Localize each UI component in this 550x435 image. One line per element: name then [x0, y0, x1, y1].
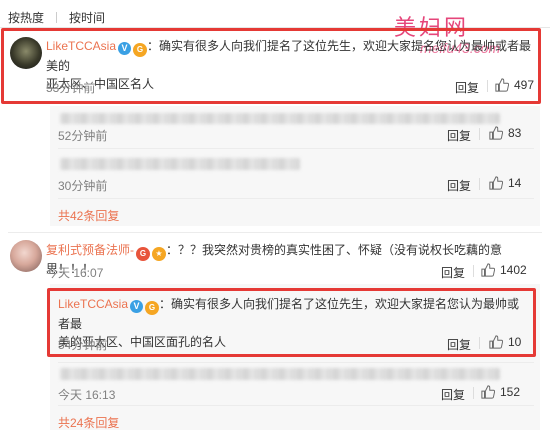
like-button[interactable]: 14: [489, 176, 521, 190]
thumbs-up-icon: [481, 385, 495, 399]
like-count: 497: [514, 78, 535, 92]
tab-divider: [56, 11, 58, 23]
like-button[interactable]: 152: [481, 385, 520, 399]
reply-button[interactable]: 回复: [441, 264, 465, 281]
badge-icon: ★: [152, 247, 166, 261]
verified-icon: V: [130, 299, 144, 313]
thumbs-up-icon: [495, 78, 509, 92]
blurred-content: [60, 368, 500, 380]
divider: [58, 198, 534, 199]
sub-reply-time: 30分钟前: [58, 179, 108, 193]
more-replies-link[interactable]: 共24条回复: [58, 414, 119, 431]
action-divider: [479, 128, 480, 140]
action-divider: [487, 80, 488, 92]
sort-bar: 按热度 按时间: [8, 8, 105, 26]
like-count: 1402: [500, 263, 527, 277]
like-count: 10: [508, 335, 522, 349]
medal-icon: G: [145, 301, 160, 315]
reply-button[interactable]: 回复: [447, 336, 471, 353]
more-replies-link[interactable]: 共42条回复: [58, 207, 119, 224]
tab-sort-hot[interactable]: 按热度: [8, 9, 44, 26]
like-button[interactable]: 497: [495, 78, 534, 92]
thumbs-up-icon: [489, 176, 503, 190]
blurred-content: [60, 158, 300, 170]
action-divider: [473, 265, 474, 277]
reply-button[interactable]: 回复: [455, 79, 479, 96]
tab-sort-time[interactable]: 按时间: [69, 9, 105, 26]
avatar[interactable]: [10, 240, 42, 272]
medal-icon: G: [136, 247, 150, 261]
comment-time: 今天 16:07: [46, 266, 104, 280]
like-button[interactable]: 1402: [481, 263, 527, 277]
reply-button[interactable]: 回复: [447, 177, 471, 194]
author-name[interactable]: LikeTCCAsia: [46, 39, 116, 53]
thumbs-up-icon: [489, 126, 503, 140]
author-name[interactable]: 复利式预备法师-: [46, 243, 134, 257]
like-button[interactable]: 83: [489, 126, 521, 140]
like-button[interactable]: 10: [489, 335, 521, 349]
blurred-content: [60, 113, 500, 124]
like-count: 83: [508, 126, 522, 140]
divider: [58, 405, 534, 406]
sub-reply-time: 今天 16:13: [58, 388, 116, 402]
divider: [58, 362, 534, 363]
thumbs-up-icon: [489, 335, 503, 349]
action-divider: [479, 337, 480, 349]
divider: [58, 148, 534, 149]
sub-reply-time: 52分钟前: [58, 129, 108, 143]
author-name[interactable]: LikeTCCAsia: [58, 297, 128, 311]
avatar[interactable]: [10, 37, 42, 69]
like-count: 152: [500, 385, 521, 399]
reply-button[interactable]: 回复: [447, 127, 471, 144]
divider: [8, 232, 542, 233]
comment-time: 53分钟前: [46, 81, 96, 95]
thumbs-up-icon: [481, 263, 495, 277]
action-divider: [479, 178, 480, 190]
medal-icon: G: [133, 43, 148, 57]
action-divider: [473, 387, 474, 399]
reply-button[interactable]: 回复: [441, 386, 465, 403]
like-count: 14: [508, 176, 522, 190]
comment-time: 54分钟前: [58, 338, 108, 352]
verified-icon: V: [118, 41, 132, 55]
